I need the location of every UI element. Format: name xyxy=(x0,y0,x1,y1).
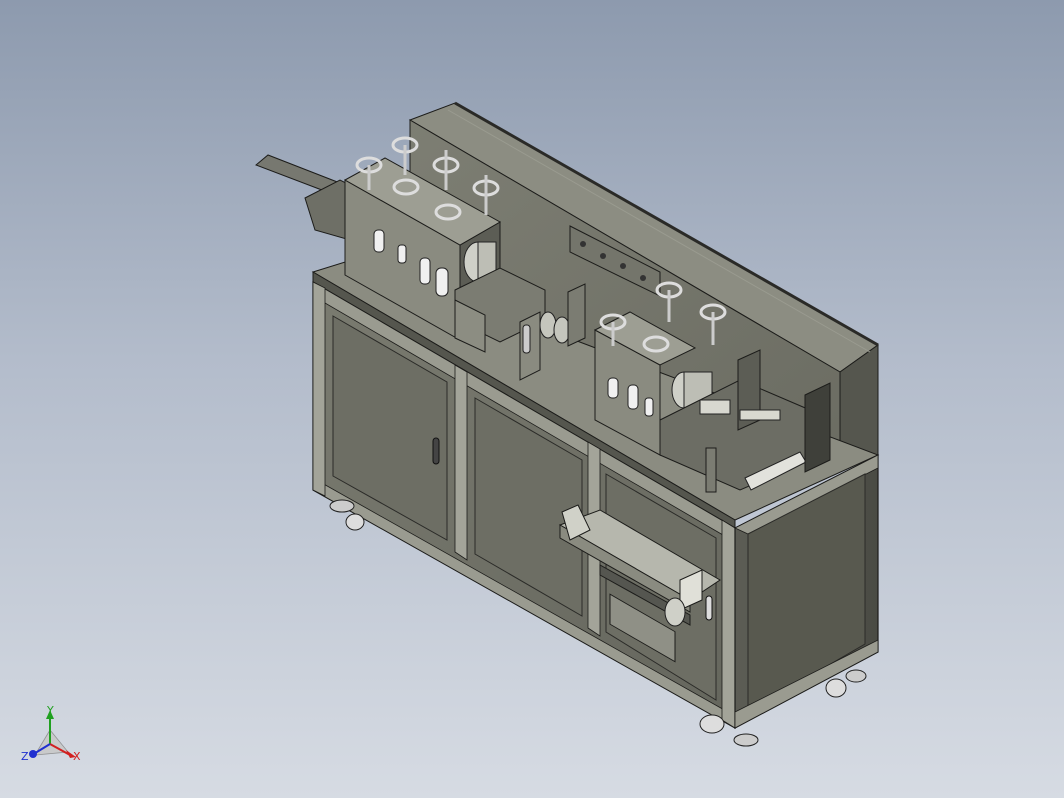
z-axis-label: Z xyxy=(21,750,29,763)
z-axis-arrow xyxy=(29,750,37,758)
x-axis-label: X xyxy=(73,750,81,763)
door-handle[interactable] xyxy=(705,595,713,621)
door-handle[interactable] xyxy=(432,437,440,465)
strip-feed-guide xyxy=(255,154,351,241)
y-axis-label: Y xyxy=(46,704,54,717)
coordinate-triad: Y X Z xyxy=(21,704,81,763)
machine-model: Y X Z xyxy=(21,101,880,763)
cad-viewport[interactable]: Y X Z xyxy=(0,0,1064,798)
